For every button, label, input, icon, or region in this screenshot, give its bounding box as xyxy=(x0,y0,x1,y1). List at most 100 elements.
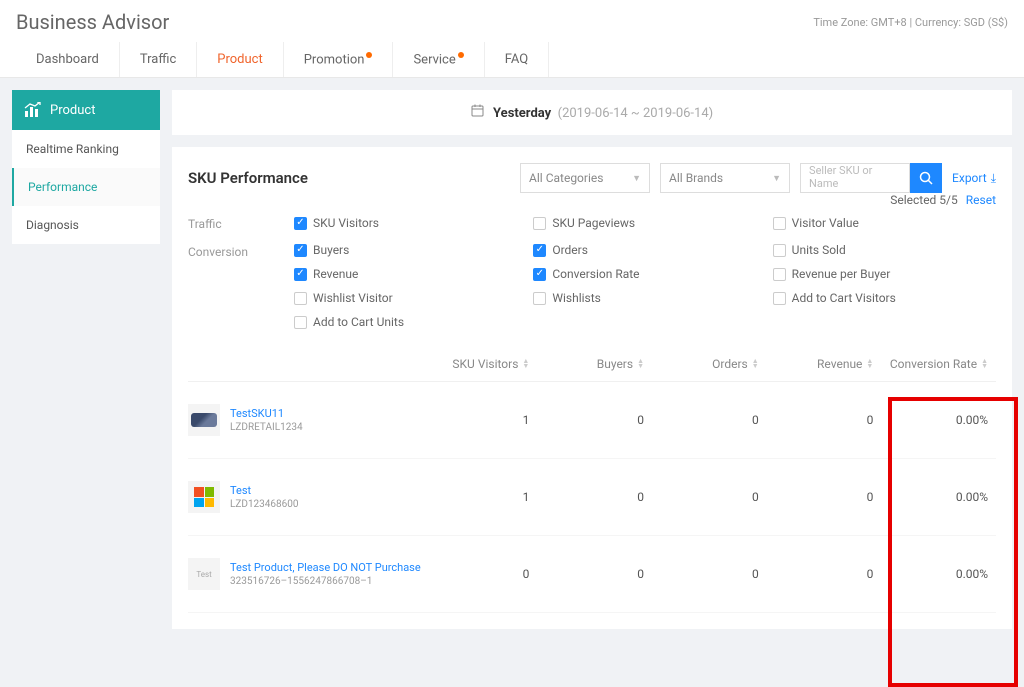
checkbox[interactable] xyxy=(294,244,307,257)
column-header[interactable]: Buyers▲▼ xyxy=(537,357,652,371)
chevron-down-icon: ▼ xyxy=(772,173,781,184)
sidebar-item-diagnosis[interactable]: Diagnosis xyxy=(12,206,160,244)
cell-value: 1 xyxy=(423,490,538,504)
checkbox[interactable] xyxy=(533,292,546,305)
metric-sku-pageviews[interactable]: SKU Pageviews xyxy=(533,215,756,231)
checkbox[interactable] xyxy=(294,268,307,281)
metric-wishlist-visitor[interactable]: Wishlist Visitor xyxy=(294,291,517,305)
sort-icon: ▲▼ xyxy=(866,359,873,369)
cell-value: 0 xyxy=(767,490,882,504)
notification-dot xyxy=(458,52,464,58)
product-thumbnail xyxy=(188,481,220,513)
metric-revenue-per-buyer[interactable]: Revenue per Buyer xyxy=(773,267,996,281)
cell-value: 0 xyxy=(652,413,767,427)
product-name[interactable]: Test xyxy=(230,484,299,497)
search-input[interactable]: Seller SKU or Name xyxy=(800,163,910,193)
conversion-label: Conversion xyxy=(188,243,278,329)
metric-revenue[interactable]: Revenue xyxy=(294,267,517,281)
main-tabs: DashboardTrafficProductPromotionServiceF… xyxy=(16,42,1008,77)
calendar-icon xyxy=(471,104,484,121)
highlight-annotation xyxy=(888,397,1018,687)
metric-buyers[interactable]: Buyers xyxy=(294,243,517,257)
metric-visitor-value[interactable]: Visitor Value xyxy=(773,215,996,231)
checkbox[interactable] xyxy=(533,244,546,257)
brands-select[interactable]: All Brands▼ xyxy=(660,163,790,193)
reset-link[interactable]: Reset xyxy=(966,193,996,207)
column-header[interactable]: SKU Visitors▲▼ xyxy=(423,357,538,371)
cell-value: 0 xyxy=(537,413,652,427)
metric-label: Wishlists xyxy=(552,291,601,305)
product-sku: 323516726–1556247866708–1 xyxy=(230,576,421,587)
checkbox[interactable] xyxy=(294,316,307,329)
sidebar-item-performance[interactable]: Performance xyxy=(12,168,160,206)
metric-label: Add to Cart Visitors xyxy=(792,291,896,305)
column-header[interactable]: Orders▲▼ xyxy=(652,357,767,371)
table-row: Test Test Product, Please DO NOT Purchase… xyxy=(188,536,996,613)
product-sku: LZDRETAIL1234 xyxy=(230,422,303,433)
product-thumbnail xyxy=(188,404,220,436)
column-header[interactable]: Revenue▲▼ xyxy=(767,357,882,371)
cell-value: 0 xyxy=(423,567,538,581)
product-sku: LZD123468600 xyxy=(230,499,299,510)
metric-label: Orders xyxy=(552,243,588,257)
metric-label: Units Sold xyxy=(792,243,846,257)
checkbox[interactable] xyxy=(773,268,786,281)
table-row: TestLZD12346860010000.00% xyxy=(188,459,996,536)
tab-product[interactable]: Product xyxy=(197,42,283,77)
cell-value: 0 xyxy=(537,567,652,581)
cell-value: 0 xyxy=(652,567,767,581)
metric-label: Revenue per Buyer xyxy=(792,267,891,281)
metric-label: Conversion Rate xyxy=(552,267,639,281)
checkbox[interactable] xyxy=(533,268,546,281)
checkbox[interactable] xyxy=(773,244,786,257)
metric-label: SKU Visitors xyxy=(313,216,379,230)
metric-label: Wishlist Visitor xyxy=(313,291,393,305)
checkbox[interactable] xyxy=(533,217,546,230)
sort-icon: ▲▼ xyxy=(637,359,644,369)
metric-conversion-rate[interactable]: Conversion Rate xyxy=(533,267,756,281)
download-icon: ⤓ xyxy=(991,171,996,186)
categories-select[interactable]: All Categories▼ xyxy=(520,163,650,193)
checkbox[interactable] xyxy=(773,217,786,230)
sidebar-header: Product xyxy=(12,90,160,130)
metric-add-to-cart-visitors[interactable]: Add to Cart Visitors xyxy=(773,291,996,305)
product-thumbnail: Test xyxy=(188,558,220,590)
sidebar-item-realtime-ranking[interactable]: Realtime Ranking xyxy=(12,130,160,168)
cell-value: 1 xyxy=(423,413,538,427)
tab-promotion[interactable]: Promotion xyxy=(284,42,394,77)
metric-sku-visitors[interactable]: SKU Visitors xyxy=(294,215,517,231)
metric-label: Visitor Value xyxy=(792,216,859,230)
date-range-bar[interactable]: Yesterday (2019-06-14 ~ 2019-06-14) xyxy=(172,90,1012,135)
metric-label: Buyers xyxy=(313,243,349,257)
table-row: TestSKU11LZDRETAIL123410000.00% xyxy=(188,382,996,459)
product-name[interactable]: TestSKU11 xyxy=(230,407,303,420)
product-name[interactable]: Test Product, Please DO NOT Purchase xyxy=(230,561,421,574)
tab-faq[interactable]: FAQ xyxy=(485,42,549,77)
checkbox[interactable] xyxy=(773,292,786,305)
cell-value: 0 xyxy=(767,567,882,581)
sort-icon: ▲▼ xyxy=(981,359,988,369)
panel-title: SKU Performance xyxy=(188,169,510,187)
notification-dot xyxy=(366,52,372,58)
timezone-currency: Time Zone: GMT+8 | Currency: SGD (S$) xyxy=(813,16,1008,29)
search-button[interactable] xyxy=(910,163,942,193)
cell-value: 0 xyxy=(767,413,882,427)
column-header[interactable]: Conversion Rate▲▼ xyxy=(881,357,996,371)
checkbox[interactable] xyxy=(294,292,307,305)
metric-label: SKU Pageviews xyxy=(552,216,635,230)
search-icon xyxy=(919,171,933,185)
metric-label: Add to Cart Units xyxy=(313,315,404,329)
tab-traffic[interactable]: Traffic xyxy=(120,42,197,77)
export-link[interactable]: Export ⤓ xyxy=(952,171,996,186)
selected-count: Selected 5/5 xyxy=(890,193,958,207)
metric-add-to-cart-units[interactable]: Add to Cart Units xyxy=(294,315,517,329)
chart-icon xyxy=(24,102,42,118)
metric-units-sold[interactable]: Units Sold xyxy=(773,243,996,257)
metric-label: Revenue xyxy=(313,267,358,281)
checkbox[interactable] xyxy=(294,217,307,230)
tab-dashboard[interactable]: Dashboard xyxy=(16,42,120,77)
metric-wishlists[interactable]: Wishlists xyxy=(533,291,756,305)
tab-service[interactable]: Service xyxy=(393,42,484,77)
chevron-down-icon: ▼ xyxy=(632,173,641,184)
metric-orders[interactable]: Orders xyxy=(533,243,756,257)
